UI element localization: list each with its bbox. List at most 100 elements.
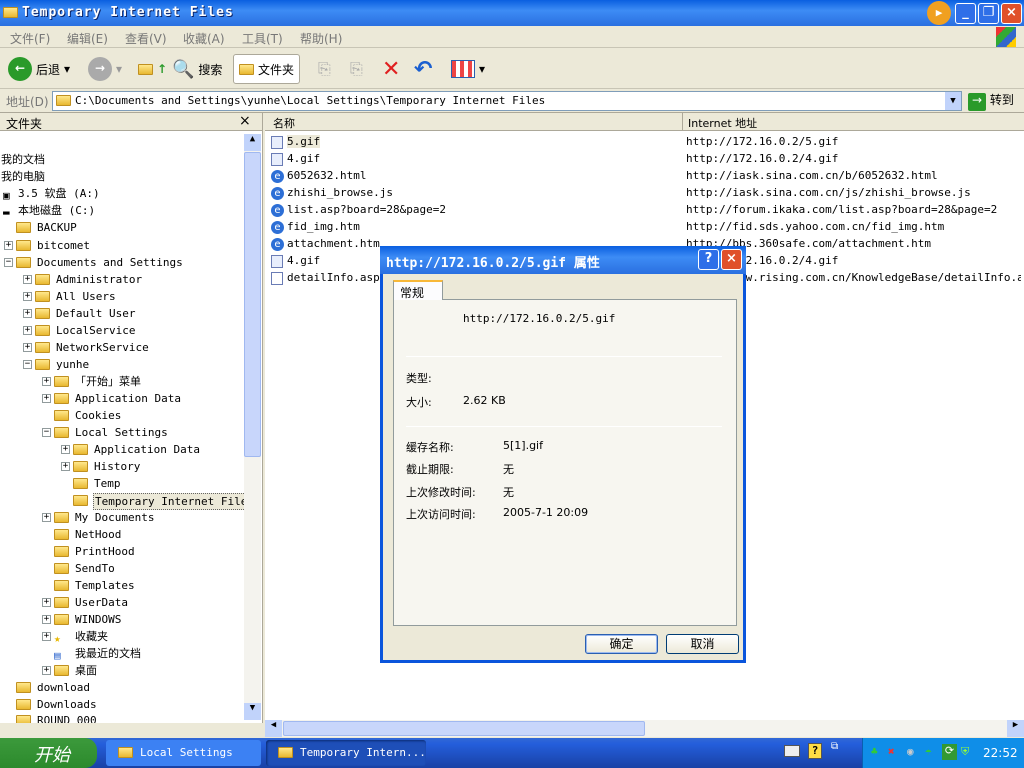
network-icon[interactable]: ♣ xyxy=(871,745,878,758)
folder-icon xyxy=(73,478,88,489)
media-icon[interactable]: ▶ xyxy=(927,1,951,25)
system-tray: ♣ ✖ ◉ ☂ ⟳ ⛨ 22:52 xyxy=(862,738,1024,768)
start-label: 开始 xyxy=(34,745,70,766)
help-icon[interactable]: ? xyxy=(808,743,822,759)
network-disconnected-icon[interactable]: ✖ xyxy=(888,745,895,758)
expand-button[interactable]: + xyxy=(42,377,51,386)
sync-icon[interactable]: ⟳ xyxy=(942,744,957,760)
menu-file[interactable]: 文件(F) xyxy=(10,30,50,47)
menu-favorites[interactable]: 收藏(A) xyxy=(183,30,225,47)
scroll-thumb[interactable] xyxy=(283,721,645,736)
go-button[interactable]: → 转到 xyxy=(968,91,1014,111)
expand-button[interactable]: + xyxy=(4,241,13,250)
expires-label: 截止期限: xyxy=(406,463,454,476)
expand-button[interactable]: + xyxy=(61,445,70,454)
windows-logo xyxy=(996,27,1016,47)
expand-button[interactable]: + xyxy=(23,275,32,284)
image-file-icon xyxy=(271,254,283,268)
file-name: detailInfo.aspx? xyxy=(287,271,393,284)
folder-icon xyxy=(16,715,31,723)
maximize-button[interactable]: ❐ xyxy=(978,3,999,24)
list-horizontal-scrollbar[interactable]: ◀ ▶ xyxy=(265,720,1024,737)
expand-button[interactable]: + xyxy=(42,394,51,403)
internet-address: http://172.16.0.2/5.gif xyxy=(686,135,839,148)
recent-documents-icon: ▤ xyxy=(54,649,61,662)
restore-icon[interactable]: ⧉ xyxy=(831,741,838,752)
expand-button[interactable]: + xyxy=(23,309,32,318)
dialog-close-button[interactable]: × xyxy=(721,249,742,270)
up-folder-button[interactable]: ↑ xyxy=(138,54,167,84)
expand-button[interactable]: + xyxy=(61,462,70,471)
forward-button[interactable]: → ▾ xyxy=(88,54,122,84)
folders-button[interactable]: 文件夹 xyxy=(233,54,301,84)
cache-name-value: 5[1].gif xyxy=(503,439,543,452)
start-button[interactable]: 开始 xyxy=(0,738,97,768)
expand-button[interactable]: + xyxy=(42,666,51,675)
collapse-button[interactable]: − xyxy=(42,428,51,437)
tree-item-label: My Documents xyxy=(75,511,155,524)
search-button[interactable]: 🔍 搜索 xyxy=(172,54,222,84)
tree-item-label: History xyxy=(94,460,141,473)
tree-item-label: LocalService xyxy=(56,324,136,337)
menu-edit[interactable]: 编辑(E) xyxy=(67,30,108,47)
tab-general[interactable]: 常规 xyxy=(393,280,443,300)
expand-button[interactable]: + xyxy=(42,632,51,641)
task-label: Local Settings xyxy=(140,746,233,759)
help-button[interactable]: ? xyxy=(698,249,719,270)
expand-button[interactable]: + xyxy=(23,343,32,352)
folder-icon xyxy=(54,546,69,557)
expand-button[interactable]: + xyxy=(23,292,32,301)
file-name-field[interactable]: http://172.16.0.2/5.gif xyxy=(463,312,615,325)
back-button[interactable]: ← 后退 ▾ xyxy=(8,54,70,84)
folder-icon xyxy=(16,257,31,268)
speaker-icon[interactable]: ◉ xyxy=(907,745,914,758)
shield-icon[interactable]: ⛨ xyxy=(961,745,969,759)
copy-to-button[interactable]: ⎘ xyxy=(350,54,363,84)
column-internet-address[interactable]: Internet 地址 xyxy=(684,113,761,133)
folder-icon xyxy=(35,291,50,302)
list-row[interactable]: 4.gif http://172.16.0.2/4.gif xyxy=(271,150,1021,167)
scroll-right-button[interactable]: ▶ xyxy=(1007,720,1024,737)
tree-item-label: 我的文档 xyxy=(1,153,45,166)
folder-icon xyxy=(35,325,50,336)
internet-address: http://fid.sds.yahoo.com.cn/fid_img.htm xyxy=(686,220,945,233)
scroll-thumb[interactable] xyxy=(244,152,261,457)
expand-button[interactable]: + xyxy=(42,598,51,607)
menu-help[interactable]: 帮助(H) xyxy=(300,30,342,47)
collapse-button[interactable]: − xyxy=(23,360,32,369)
keyboard-icon[interactable] xyxy=(784,745,800,757)
scroll-up-button[interactable]: ▲ xyxy=(244,134,261,151)
views-button[interactable]: ▾ xyxy=(451,54,485,84)
list-row[interactable]: 5.gif http://172.16.0.2/5.gif xyxy=(271,133,1021,150)
umbrella-icon[interactable]: ☂ xyxy=(925,745,932,758)
task-local-settings[interactable]: Local Settings xyxy=(106,740,261,766)
tree-item-label: Documents and Settings xyxy=(37,256,183,269)
task-temporary-internet-files[interactable]: Temporary Intern... xyxy=(266,740,426,766)
expand-button[interactable]: + xyxy=(42,615,51,624)
scroll-down-button[interactable]: ▼ xyxy=(244,703,261,720)
list-row[interactable]: e fid_img.htm http://fid.sds.yahoo.com.cn/… xyxy=(271,218,1021,235)
folder-icon xyxy=(16,240,31,251)
menu-view[interactable]: 查看(V) xyxy=(125,30,167,47)
move-to-button[interactable]: ⎘ xyxy=(318,54,331,84)
column-name[interactable]: 名称 xyxy=(265,113,683,131)
address-dropdown[interactable]: ▼ xyxy=(945,92,961,110)
ok-button[interactable]: 确定 xyxy=(585,634,658,654)
close-pane-button[interactable]: × xyxy=(239,113,251,129)
menu-tools[interactable]: 工具(T) xyxy=(242,30,283,47)
list-row[interactable]: e 6052632.html http://iask.sina.com.cn/b/6… xyxy=(271,167,1021,184)
collapse-button[interactable]: − xyxy=(4,258,13,267)
folder-icon xyxy=(54,512,69,523)
address-input[interactable]: C:\Documents and Settings\yunhe\Local Se… xyxy=(52,91,962,111)
list-row[interactable]: e list.asp?board=28&page=2 http://forum.ik… xyxy=(271,201,1021,218)
undo-icon[interactable]: ↶ xyxy=(414,54,432,84)
scroll-left-button[interactable]: ◀ xyxy=(265,720,282,737)
expand-button[interactable]: + xyxy=(23,326,32,335)
list-row[interactable]: e zhishi_browse.js http://iask.sina.com.cn… xyxy=(271,184,1021,201)
close-button[interactable]: × xyxy=(1001,3,1022,24)
delete-icon[interactable]: ✕ xyxy=(382,54,400,84)
tree-vertical-scrollbar[interactable]: ▲ ▼ xyxy=(244,134,261,720)
minimize-button[interactable]: _ xyxy=(955,3,976,24)
cancel-button[interactable]: 取消 xyxy=(666,634,739,654)
expand-button[interactable]: + xyxy=(42,513,51,522)
